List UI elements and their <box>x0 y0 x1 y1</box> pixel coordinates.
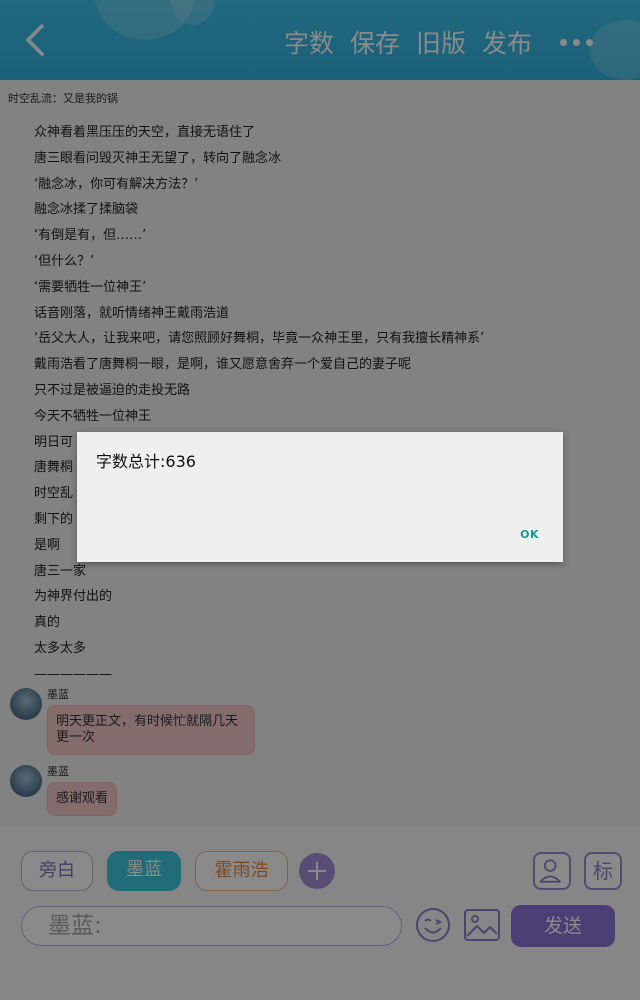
dialog-message: 字数总计:636 <box>96 452 196 471</box>
word-count-dialog: 字数总计:636 OK <box>77 432 563 562</box>
ok-button[interactable]: OK <box>520 528 539 541</box>
